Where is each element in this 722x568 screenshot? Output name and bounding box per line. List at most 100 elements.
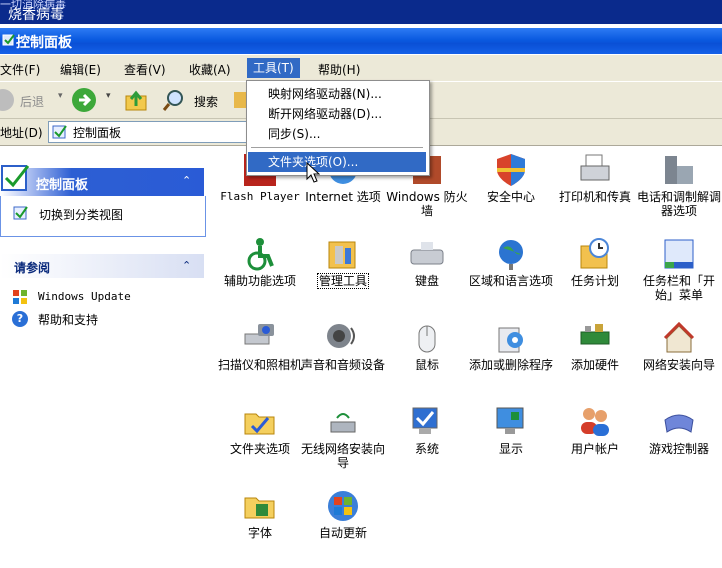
security-center-icon <box>497 154 525 186</box>
collapse-icon[interactable]: ⌃ <box>182 174 191 187</box>
item-scheduled-tasks[interactable]: 任务计划 <box>552 236 638 316</box>
item-sounds-audio[interactable]: 声音和音频设备 <box>300 320 386 400</box>
item-label: 管理工具 <box>316 273 369 289</box>
item-phone-modem[interactable]: 电话和调制解调器选项 <box>636 152 722 232</box>
control-panel-box-title: 控制面板 <box>36 178 89 193</box>
menu-item-sync[interactable]: 同步(S)... <box>248 124 426 144</box>
item-taskbar-start[interactable]: 任务栏和「开始」菜单 <box>636 236 722 316</box>
item-system[interactable]: 系统 <box>384 404 470 484</box>
menu-item-disconnect-drive[interactable]: 断开网络驱动器(D)... <box>248 104 426 124</box>
item-label: 显示 <box>498 442 523 456</box>
help-icon: ? <box>12 311 28 327</box>
item-label: 用户帐户 <box>570 442 619 456</box>
menu-help[interactable]: 帮助(H) <box>318 61 360 78</box>
item-fonts[interactable]: 字体 <box>217 488 303 568</box>
search-icon <box>162 90 183 111</box>
mouse-icon <box>418 325 436 353</box>
item-scanners-cameras[interactable]: 扫描仪和照相机 <box>217 320 303 400</box>
item-display[interactable]: 显示 <box>468 404 554 484</box>
item-label: 添加或删除程序 <box>468 358 553 372</box>
address-value: 控制面板 <box>73 126 122 140</box>
search-button[interactable]: 搜索 <box>162 88 232 112</box>
keyboard-icon <box>410 242 444 265</box>
accessibility-icon <box>247 238 274 271</box>
menu-bar: 文件(F) 编辑(E) 查看(V) 收藏(A) 工具(T) 帮助(H) <box>0 55 722 82</box>
up-folder-button[interactable] <box>124 88 152 112</box>
phone-modem-icon <box>665 156 693 184</box>
item-label: 任务计划 <box>570 274 619 288</box>
item-folder-options[interactable]: 文件夹选项 <box>217 404 303 484</box>
item-security-center[interactable]: 安全中心 <box>468 152 554 232</box>
control-panel-icon <box>52 125 67 139</box>
item-admin-tools[interactable]: 管理工具 <box>300 236 386 316</box>
desktop-strip: 一切消除病毒 烧香病毒 <box>0 0 722 24</box>
item-label: 鼠标 <box>414 358 439 372</box>
item-label: 任务栏和「开始」菜单 <box>642 274 715 302</box>
menu-favorites[interactable]: 收藏(A) <box>189 61 231 78</box>
item-region-language[interactable]: 区域和语言选项 <box>468 236 554 316</box>
window-title: 控制面板 <box>16 35 72 51</box>
add-remove-icon <box>498 327 523 353</box>
forward-button[interactable]: ▾ <box>72 88 112 112</box>
item-user-accounts[interactable]: 用户帐户 <box>552 404 638 484</box>
item-label: Windows 防火墙 <box>386 190 468 218</box>
item-add-hardware[interactable]: 添加硬件 <box>552 320 638 400</box>
item-game-controllers[interactable]: 游戏控制器 <box>636 404 722 484</box>
item-label: 网络安装向导 <box>642 358 715 372</box>
item-mouse[interactable]: 鼠标 <box>384 320 470 400</box>
menu-view[interactable]: 查看(V) <box>124 61 166 78</box>
scanner-camera-icon <box>244 324 274 345</box>
strip-line2: 烧香病毒 <box>8 7 64 23</box>
auto-update-icon <box>328 491 358 521</box>
forward-arrow-icon <box>72 88 96 112</box>
item-automatic-updates[interactable]: 自动更新 <box>300 488 386 568</box>
back-arrow-icon <box>0 89 14 111</box>
item-label: Internet 选项 <box>305 190 381 204</box>
see-also-title: 请参阅 <box>14 261 51 275</box>
item-label: 添加硬件 <box>570 358 619 372</box>
item-label: 键盘 <box>414 274 439 288</box>
collapse-icon[interactable]: ⌃ <box>182 259 191 272</box>
item-network-setup-wizard[interactable]: 网络安装向导 <box>636 320 722 400</box>
back-button[interactable]: 后退 ▾ <box>0 88 63 112</box>
item-keyboard[interactable]: 键盘 <box>384 236 470 316</box>
item-label: 辅助功能选项 <box>223 274 296 288</box>
chevron-down-icon: ▾ <box>106 91 111 101</box>
item-wireless-setup-wizard[interactable]: 无线网络安装向导 <box>300 404 386 484</box>
menu-tools[interactable]: 工具(T) <box>247 58 300 78</box>
switch-category-view-link[interactable]: 切换到分类视图 <box>39 206 123 223</box>
back-label: 后退 <box>20 95 45 109</box>
folder-options-icon <box>244 413 275 435</box>
menu-item-folder-options[interactable]: 文件夹选项(O)... <box>248 152 426 172</box>
item-label: 自动更新 <box>318 526 367 540</box>
menu-item-map-drive[interactable]: 映射网络驱动器(N)... <box>248 84 426 104</box>
menu-file[interactable]: 文件(F) <box>0 61 40 78</box>
search-label: 搜索 <box>194 95 219 109</box>
tools-menu: 映射网络驱动器(N)... 断开网络驱动器(D)... 同步(S)... 文件夹… <box>246 80 430 176</box>
add-hardware-icon <box>580 324 610 345</box>
item-accessibility[interactable]: 辅助功能选项 <box>217 236 303 316</box>
item-printers-faxes[interactable]: 打印机和传真 <box>552 152 638 232</box>
windows-update-link[interactable]: Windows Update <box>12 289 202 307</box>
switch-view-icon <box>13 206 28 220</box>
control-panel-icon <box>2 34 15 46</box>
item-label: 文件夹选项 <box>229 442 290 456</box>
game-controller-icon <box>664 414 694 433</box>
item-label: 字体 <box>247 526 272 540</box>
task-pane: 控制面板 ⌃ 切换到分类视图 请参阅 ⌃ Windows Update ? 帮助… <box>0 146 216 568</box>
menu-edit[interactable]: 编辑(E) <box>60 61 101 78</box>
printer-icon <box>580 154 610 181</box>
control-panel-box-body: 切换到分类视图 <box>0 196 206 237</box>
item-label: 打印机和传真 <box>558 190 631 204</box>
window-title-bar[interactable]: 控制面板 <box>0 28 722 54</box>
control-panel-box-header[interactable]: 控制面板 ⌃ <box>0 165 204 196</box>
fonts-icon <box>244 497 275 519</box>
item-label: 声音和音频设备 <box>300 358 385 372</box>
task-scheduler-icon <box>580 238 609 269</box>
help-support-link[interactable]: ? 帮助和支持 <box>12 311 202 329</box>
up-folder-icon <box>125 90 147 111</box>
item-label: 无线网络安装向导 <box>300 442 385 470</box>
item-label: 游戏控制器 <box>648 442 709 456</box>
see-also-box-header[interactable]: 请参阅 ⌃ <box>0 254 204 278</box>
item-add-remove-programs[interactable]: 添加或删除程序 <box>468 320 554 400</box>
